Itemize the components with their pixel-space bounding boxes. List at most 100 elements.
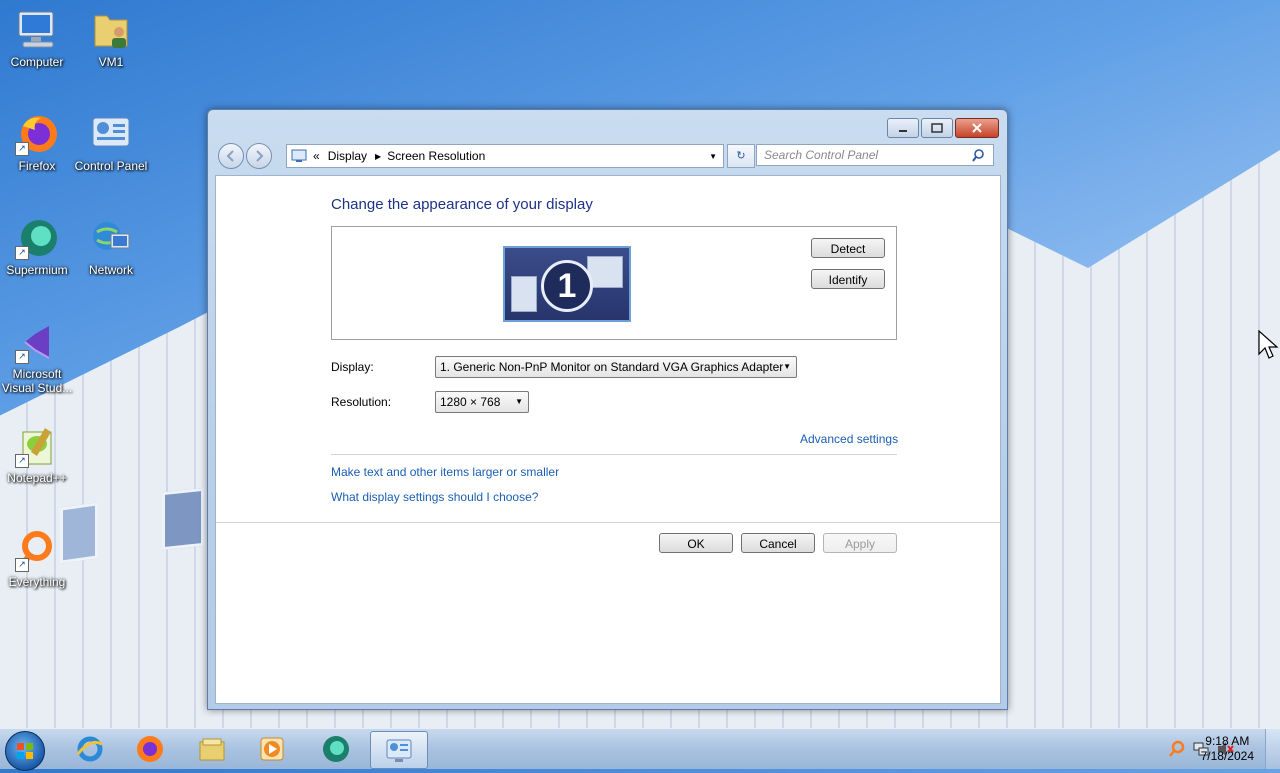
resolution-select[interactable]: 1280 × 768 ▼ [435, 391, 529, 413]
taskbar-supermium[interactable] [310, 731, 362, 767]
windows-logo-icon [17, 743, 33, 759]
close-button[interactable] [955, 118, 999, 138]
text-size-link[interactable]: Make text and other items larger or smal… [331, 465, 559, 479]
shortcut-arrow-icon: ↗ [15, 558, 29, 572]
network-icon [89, 216, 133, 260]
desktop-icon-label: VM1 [98, 55, 124, 69]
display-label: Display: [331, 360, 374, 374]
taskbar-firefox[interactable] [124, 731, 176, 767]
computer-icon [15, 8, 59, 52]
window-controls [887, 118, 999, 138]
firefox-icon [137, 736, 163, 762]
taskbar-internet-explorer[interactable] [64, 731, 116, 767]
desktop-icon-label: Supermium [6, 263, 68, 277]
ok-button[interactable]: OK [659, 533, 733, 553]
desktop-icon-label: Computer [10, 55, 64, 69]
media-player-icon [260, 737, 284, 761]
preview-window-shape [511, 276, 537, 312]
resolution-label: Resolution: [331, 395, 392, 409]
section-divider [331, 454, 897, 455]
clock-date: 7/18/2024 [1200, 749, 1254, 763]
desktop-icon-everything[interactable]: ↗ Everything [0, 528, 74, 589]
display-select[interactable]: 1. Generic Non-PnP Monitor on Standard V… [435, 356, 797, 378]
show-desktop-button[interactable] [1265, 729, 1280, 769]
desktop-icon-control-panel[interactable]: Control Panel [74, 112, 148, 173]
display-select-value: 1. Generic Non-PnP Monitor on Standard V… [440, 360, 784, 374]
taskbar-media-player[interactable] [246, 731, 298, 767]
display-settings-help-link[interactable]: What display settings should I choose? [331, 490, 538, 504]
advanced-settings-link[interactable]: Advanced settings [800, 432, 898, 446]
display-control-panel-icon [291, 149, 307, 162]
cancel-button[interactable]: Cancel [741, 533, 815, 553]
desktop-icon-label: Notepad++ [7, 471, 67, 485]
shortcut-arrow-icon: ↗ [15, 350, 29, 364]
maximize-icon [931, 123, 943, 133]
shortcut-arrow-icon: ↗ [15, 246, 29, 260]
desktop-icon-network[interactable]: Network [74, 216, 148, 277]
shortcut-arrow-icon: ↗ [15, 454, 29, 468]
screen-resolution-window[interactable]: « Display ▶ Screen Resolution ▼ ↻ Search… [207, 109, 1008, 710]
desktop-icon-notepadpp[interactable]: ↗ Notepad++ [0, 424, 74, 485]
desktop-icon-label: Microsoft Visual Stud... [1, 367, 73, 395]
control-panel-icon [386, 739, 412, 762]
back-button[interactable] [218, 143, 244, 169]
address-bar[interactable]: « Display ▶ Screen Resolution ▼ [286, 144, 724, 168]
desktop-icon-firefox[interactable]: ↗ Firefox [0, 112, 74, 173]
desktop-icon-visual-studio[interactable]: ↗ Microsoft Visual Stud... [0, 320, 74, 395]
breadcrumb-screen-resolution[interactable]: Screen Resolution [387, 149, 485, 163]
desktop-icon-label: Control Panel [74, 159, 148, 173]
system-clock[interactable]: 9:18 AM 7/18/2024 [1201, 734, 1254, 764]
desktop-icon-label: Network [88, 263, 133, 277]
supermium-icon: ↗ [15, 216, 59, 260]
close-icon [972, 123, 982, 133]
control-panel-icon [89, 112, 133, 156]
refresh-icon: ↻ [736, 150, 746, 162]
search-input[interactable]: Search Control Panel [756, 144, 994, 166]
page-title: Change the appearance of your display [331, 196, 593, 213]
screen-resolution-panel: Change the appearance of your display 1 … [215, 175, 1001, 704]
search-icon[interactable] [971, 148, 985, 162]
shortcut-arrow-icon: ↗ [15, 142, 29, 156]
chevron-down-icon: ▼ [783, 362, 791, 371]
file-explorer-icon [199, 738, 225, 761]
footer-divider [216, 522, 1000, 523]
desktop-icon-computer[interactable]: Computer [0, 8, 74, 69]
desktop-icon-supermium[interactable]: ↗ Supermium [0, 216, 74, 277]
search-placeholder: Search Control Panel [764, 148, 879, 162]
taskbar: 9:18 AM 7/18/2024 [0, 728, 1280, 771]
forward-button[interactable] [246, 143, 272, 169]
breadcrumb-display[interactable]: Display [328, 149, 367, 163]
notepadpp-icon: ↗ [15, 424, 59, 468]
start-button[interactable] [5, 731, 45, 771]
taskbar-control-panel[interactable] [370, 731, 428, 769]
detect-button[interactable]: Detect [811, 238, 885, 258]
display-arrangement-area: 1 Detect Identify [331, 226, 897, 340]
desktop-icon-vm1[interactable]: VM1 [74, 8, 148, 69]
refresh-button[interactable]: ↻ [727, 144, 755, 168]
address-dropdown-icon[interactable]: ▼ [709, 152, 717, 161]
monitor-number-badge: 1 [541, 260, 593, 312]
supermium-icon [323, 736, 349, 762]
everything-tray-icon[interactable] [1168, 740, 1186, 758]
maximize-button[interactable] [921, 118, 953, 138]
monitor-1-preview[interactable]: 1 [503, 246, 631, 322]
breadcrumb-overflow[interactable]: « [313, 149, 320, 163]
forward-arrow-icon [256, 150, 264, 162]
firefox-icon: ↗ [15, 112, 59, 156]
back-arrow-icon [226, 150, 234, 162]
minimize-button[interactable] [887, 118, 919, 138]
resolution-select-value: 1280 × 768 [440, 395, 501, 409]
clock-time: 9:18 AM [1205, 734, 1250, 748]
chevron-down-icon: ▼ [515, 397, 523, 406]
everything-search-icon: ↗ [15, 528, 59, 572]
wallpaper-window-shape [162, 487, 204, 551]
breadcrumb-separator-icon[interactable]: ▶ [375, 152, 381, 161]
visual-studio-icon: ↗ [15, 320, 59, 364]
user-folder-icon [89, 8, 133, 52]
identify-button[interactable]: Identify [811, 269, 885, 289]
desktop-icon-label: Everything [8, 575, 66, 589]
minimize-icon [899, 130, 907, 132]
apply-button[interactable]: Apply [823, 533, 897, 553]
navigation-bar: « Display ▶ Screen Resolution ▼ ↻ Search… [216, 143, 999, 169]
taskbar-file-explorer[interactable] [186, 731, 238, 767]
